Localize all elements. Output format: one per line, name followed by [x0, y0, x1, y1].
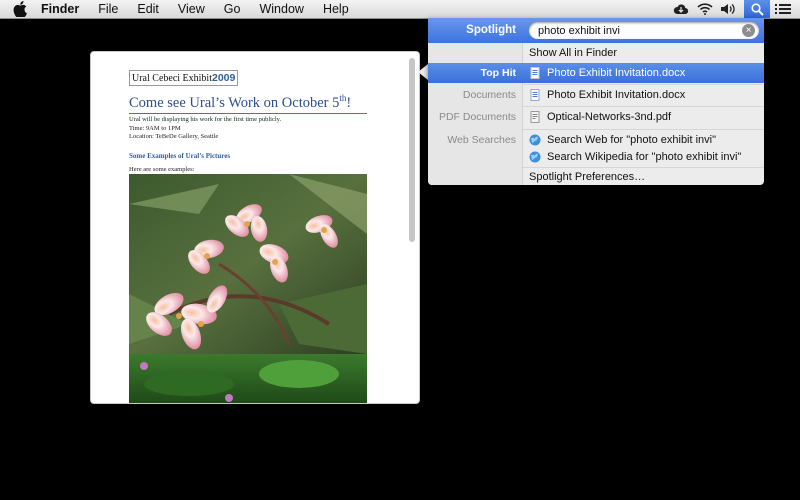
spotlight-preferences-row[interactable]: Spotlight Preferences… — [428, 167, 764, 185]
volume-icon[interactable] — [718, 0, 740, 18]
apple-logo-icon[interactable] — [13, 1, 29, 17]
heading-text: Come see Ural’s Work on October 5 — [129, 94, 340, 111]
docx-file-icon — [530, 67, 540, 79]
menu-go[interactable]: Go — [224, 0, 241, 18]
status-menus — [668, 0, 800, 18]
result-row-documents[interactable]: Documents Photo Exhibit Invitation.docx — [428, 85, 764, 105]
preview-pointer — [418, 64, 428, 80]
document-note: Here are some examples: — [129, 166, 195, 173]
menu-file[interactable]: File — [98, 0, 118, 18]
document-page: Ural Cebeci Exhibit2009 Come see Ural’s … — [129, 52, 369, 403]
spotlight-search-input[interactable] — [538, 23, 738, 38]
menu-finder[interactable]: Finder — [41, 0, 79, 18]
spotlight-panel: Spotlight × Show All in Finder Top Hit P… — [428, 18, 764, 185]
docx-file-icon — [530, 89, 540, 101]
show-all-row[interactable]: Show All in Finder — [428, 43, 764, 63]
notification-list-icon[interactable] — [772, 0, 794, 18]
category-documents: Documents — [462, 89, 516, 101]
menu-window[interactable]: Window — [259, 0, 303, 18]
pdf-result-name: Optical-Networks-3nd.pdf — [547, 111, 672, 123]
top-hit-name: Photo Exhibit Invitation.docx — [547, 67, 686, 79]
document-subheading: Some Examples of Ural’s Pictures — [129, 152, 231, 160]
globe-icon — [529, 151, 541, 163]
spotlight-label: Spotlight — [466, 24, 516, 36]
document-preview[interactable]: Ural Cebeci Exhibit2009 Come see Ural’s … — [90, 51, 420, 404]
clear-search-icon[interactable]: × — [742, 24, 755, 37]
document-year: 2009 — [211, 72, 236, 84]
result-row-top-hit[interactable]: Top Hit Photo Exhibit Invitation.docx — [428, 63, 764, 83]
body-line: Time: 9AM to 1PM — [129, 124, 181, 132]
menu-edit[interactable]: Edit — [137, 0, 159, 18]
document-heading: Come see Ural’s Work on October 5th! — [129, 93, 367, 114]
spotlight-header: Spotlight × — [428, 18, 764, 43]
document-title: Ural Cebeci Exhibit — [132, 73, 212, 84]
spotlight-preferences[interactable]: Spotlight Preferences… — [529, 167, 645, 185]
search-wikipedia-item: Search Wikipedia for "photo exhibit invi… — [547, 151, 742, 163]
flower-photo — [129, 174, 367, 403]
menu-bar: Finder File Edit View Go Window Help — [0, 0, 800, 19]
wifi-icon[interactable] — [694, 0, 716, 18]
document-result-name: Photo Exhibit Invitation.docx — [547, 89, 686, 101]
result-row-pdf[interactable]: PDF Documents Optical-Networks-3nd.pdf — [428, 107, 764, 127]
globe-icon — [529, 134, 541, 146]
menu-help[interactable]: Help — [323, 0, 349, 18]
show-all-in-finder[interactable]: Show All in Finder — [529, 43, 617, 63]
preview-scrollbar[interactable] — [409, 58, 415, 242]
body-line: Ural will be displaying his work for the… — [129, 116, 282, 123]
result-row-wikipedia[interactable]: Search Wikipedia for "photo exhibit invi… — [428, 147, 764, 167]
cloud-icon[interactable] — [670, 0, 692, 18]
heading-end: ! — [346, 94, 352, 111]
category-pdf-documents: PDF Documents — [438, 111, 516, 123]
document-title-box: Ural Cebeci Exhibit2009 — [129, 70, 239, 86]
body-line: Location: TeBeDe Gallery, Seattle — [129, 133, 219, 140]
menu-view[interactable]: View — [178, 0, 205, 18]
document-body: Ural will be displaying his work for the… — [129, 116, 281, 142]
spotlight-search-icon[interactable] — [744, 0, 770, 18]
spotlight-search-field[interactable]: × — [529, 22, 759, 39]
pdf-file-icon — [530, 111, 540, 123]
category-top-hit: Top Hit — [480, 67, 516, 79]
